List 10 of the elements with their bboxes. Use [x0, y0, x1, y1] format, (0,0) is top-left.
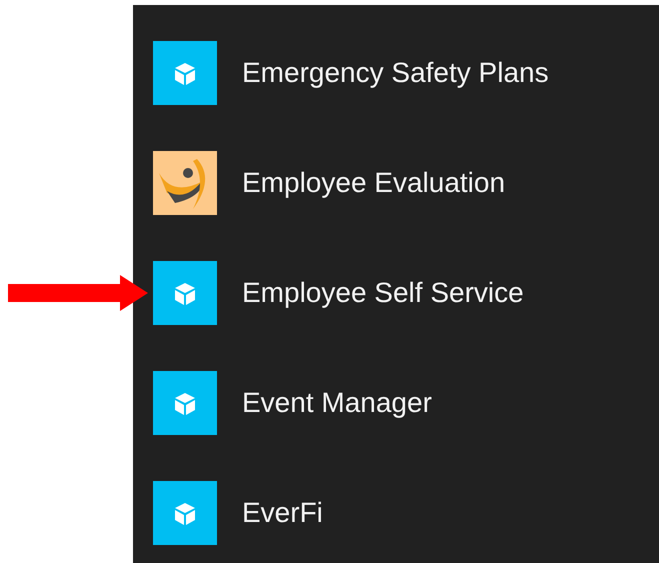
- app-name[interactable]: Event Manager: [242, 387, 432, 419]
- app-name[interactable]: Emergency Safety Plans: [242, 57, 549, 89]
- app-name[interactable]: Employee Evaluation: [242, 167, 506, 199]
- cube-icon[interactable]: [153, 481, 217, 545]
- cube-icon[interactable]: [153, 371, 217, 435]
- cube-icon[interactable]: [153, 41, 217, 105]
- app-name[interactable]: EverFi: [242, 497, 323, 529]
- app-name[interactable]: Employee Self Service: [242, 277, 524, 309]
- swirl-logo-icon[interactable]: [153, 151, 217, 215]
- cube-icon[interactable]: [153, 261, 217, 325]
